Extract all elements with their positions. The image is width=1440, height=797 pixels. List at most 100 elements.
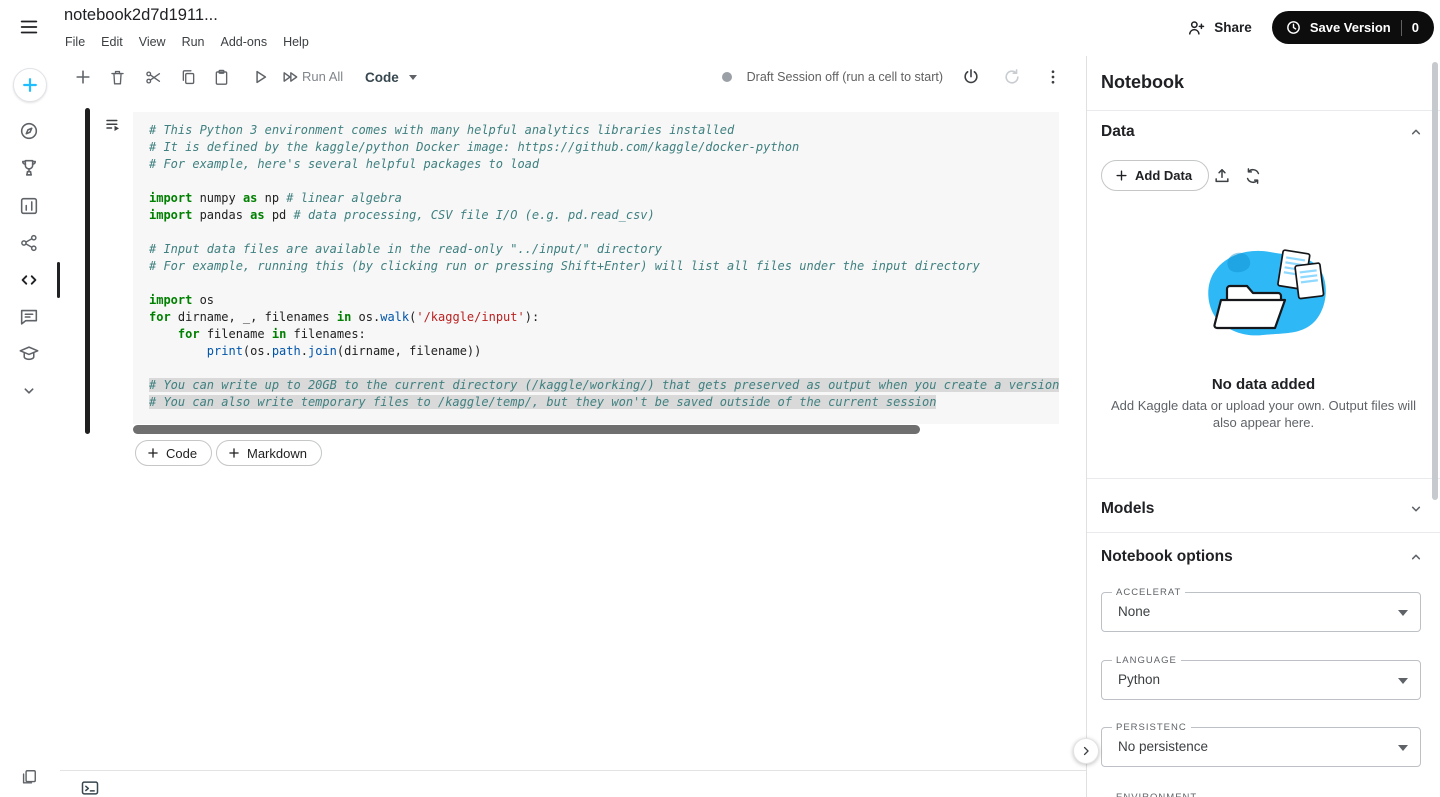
persistence-label: PERSISTENC [1112,722,1191,733]
models-section-toggle[interactable] [1404,497,1428,521]
add-markdown-cell-button[interactable]: Markdown [216,440,322,466]
divider [1087,532,1440,533]
notebook-panel: Notebook Data Add Data [1086,56,1440,797]
restart-button[interactable] [999,64,1025,90]
code-icon [18,269,40,291]
upload-data-button[interactable] [1209,163,1235,189]
divider [1087,478,1440,479]
hamburger-menu-button[interactable] [16,14,42,40]
options-section-toggle[interactable] [1404,545,1428,569]
history-icon [1285,19,1302,36]
run-cell-button[interactable] [247,64,273,90]
delete-cell-button[interactable] [104,64,130,90]
clipboard-icon [212,68,231,87]
menu-item-edit[interactable]: Edit [101,35,123,49]
power-button[interactable] [958,64,984,90]
persistence-select[interactable]: PERSISTENC No persistence [1101,727,1421,767]
person-add-icon [1186,18,1206,38]
empty-data-title: No data added [1087,376,1440,393]
accelerator-value: None [1102,593,1420,631]
code-cell[interactable]: # This Python 3 environment comes with m… [133,112,1059,424]
version-count-badge[interactable]: 0 [1412,20,1419,35]
add-data-button[interactable]: Add Data [1101,160,1209,191]
panel-title: Notebook [1101,72,1184,93]
models-section-title: Models [1101,500,1154,518]
run-all-label[interactable]: Run All [302,56,343,98]
paste-button[interactable] [208,64,234,90]
environment-label: ENVIRONMENT [1112,792,1201,797]
left-sidebar [0,56,60,797]
share-label: Share [1214,20,1252,35]
sidebar-item-windows[interactable] [0,759,58,795]
copy-icon [179,68,198,87]
sidebar-item-learn[interactable] [0,336,58,372]
compass-icon [18,120,40,142]
add-cell-button[interactable] [70,64,96,90]
code-lines: # This Python 3 environment comes with m… [149,122,1059,411]
run-all-button[interactable] [277,64,303,90]
active-item-indicator [57,262,60,298]
empty-data-description: Add Kaggle data or upload your own. Outp… [1109,397,1418,431]
fast-forward-icon [280,67,300,87]
menu-item-run[interactable]: Run [182,35,205,49]
chevron-down-icon [18,380,40,402]
save-version-label: Save Version [1310,20,1391,35]
add-code-cell-button[interactable]: Code [135,440,212,466]
upload-icon [1212,166,1232,186]
cut-button[interactable] [140,64,166,90]
language-select[interactable]: LANGUAGE Python [1101,660,1421,700]
power-icon [961,67,981,87]
menu-item-view[interactable]: View [139,35,166,49]
datasets-icon [18,195,40,217]
menu-item-file[interactable]: File [65,35,85,49]
cell-menu-button[interactable] [102,114,124,136]
add-data-label: Add Data [1135,168,1192,183]
notebook-title[interactable]: notebook2d7d1911... [64,6,218,25]
divider [1087,110,1440,111]
sidebar-item-discussions[interactable] [0,299,58,335]
save-version-button[interactable]: Save Version 0 [1272,11,1434,44]
dropdown-caret-icon [1398,678,1408,684]
trash-icon [108,68,127,87]
sidebar-item-more[interactable] [0,373,58,409]
graduation-cap-icon [18,343,40,365]
session-cluster: Draft Session off (run a cell to start) [722,56,1086,98]
format-run-icon [104,116,122,134]
sidebar-item-models[interactable] [0,225,58,261]
kaggle-notebook-app: notebook2d7d1911... File Edit View Run A… [0,0,1440,797]
copy-button[interactable] [175,64,201,90]
more-options-button[interactable] [1040,64,1066,90]
language-value: Python [1102,661,1420,699]
language-label: LANGUAGE [1112,655,1181,666]
sidebar-item-datasets[interactable] [0,188,58,224]
dropdown-caret-icon [1398,745,1408,751]
plus-icon [73,67,93,87]
empty-data-illustration [1194,242,1334,354]
sidebar-item-explore[interactable] [0,113,58,149]
accelerator-label: ACCELERAT [1112,587,1185,598]
horizontal-scrollbar[interactable] [133,425,920,434]
menu-item-addons[interactable]: Add-ons [221,35,268,49]
accelerator-select[interactable]: ACCELERAT None [1101,592,1421,632]
share-button[interactable]: Share [1186,18,1252,38]
console-button[interactable] [79,777,101,797]
comment-icon [18,306,40,328]
dropdown-caret-icon [1398,610,1408,616]
chevron-up-icon [1406,547,1426,567]
sidebar-item-competitions[interactable] [0,150,58,186]
plus-icon [1114,168,1129,183]
sync-data-button[interactable] [1240,163,1266,189]
cell-selected-indicator[interactable] [85,108,90,434]
panel-scrollbar[interactable] [1432,62,1438,500]
menu-item-help[interactable]: Help [283,35,309,49]
cell-type-dropdown[interactable]: Code [365,56,417,98]
data-section-toggle[interactable] [1404,120,1428,144]
sync-icon [1243,166,1263,186]
create-button[interactable] [13,68,47,102]
sidebar-item-code[interactable] [0,262,58,298]
chevron-right-icon [1079,744,1093,758]
data-section-title: Data [1101,123,1135,141]
notebook-editor: Run All Code Draft Session off (run a ce… [60,56,1086,797]
persistence-value: No persistence [1102,728,1420,766]
collapse-panel-button[interactable] [1073,738,1099,764]
